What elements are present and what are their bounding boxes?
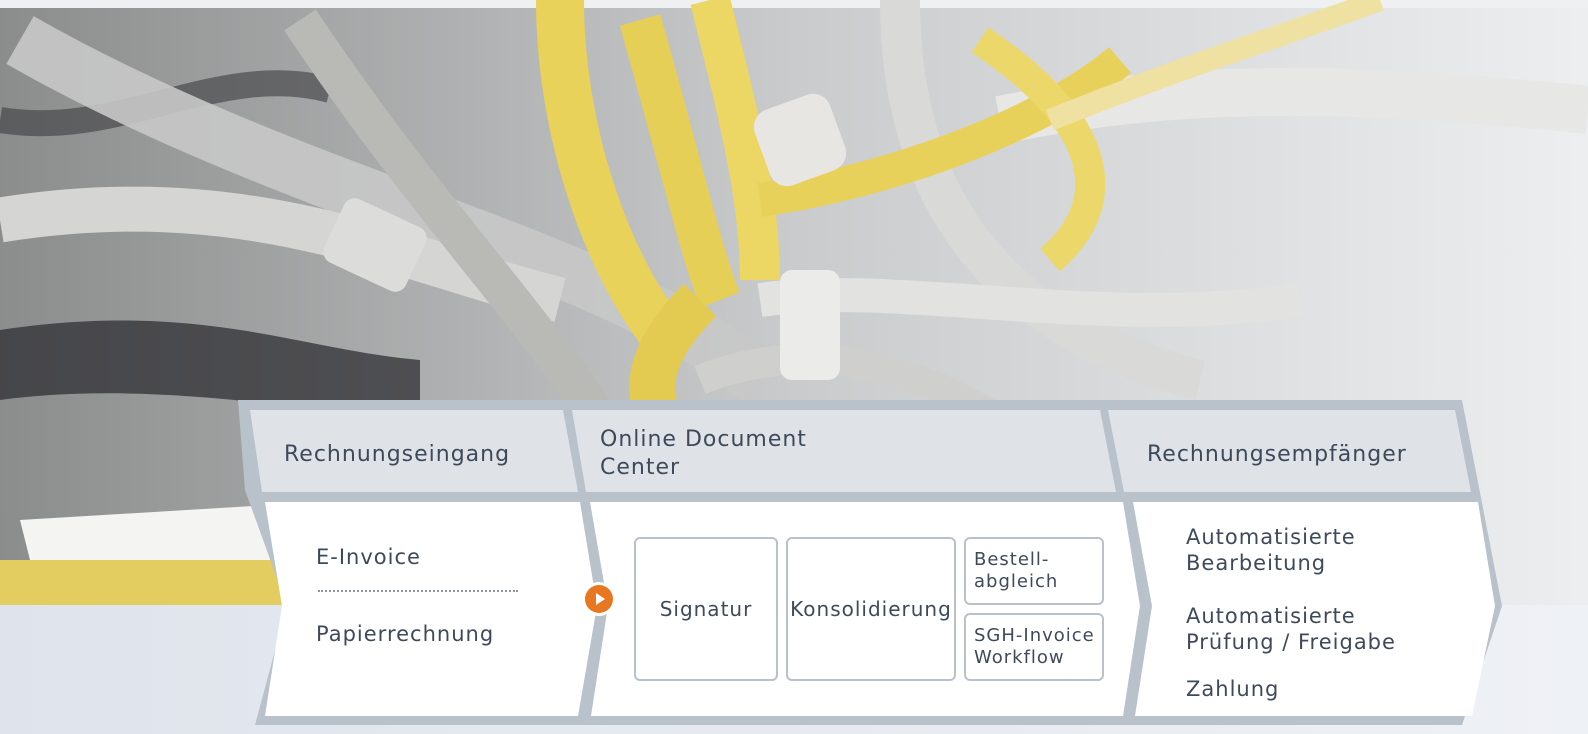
box-konsolidierung-label: Konsolidierung bbox=[790, 597, 952, 621]
output2-line2: Prüfung / Freigabe bbox=[1186, 630, 1396, 655]
box-signatur-label: Signatur bbox=[659, 597, 753, 621]
box-sgh-line2: Workflow bbox=[974, 647, 1065, 668]
box-bestellabgleich: Bestell- abgleich bbox=[964, 537, 1104, 605]
divider-dotted bbox=[318, 590, 518, 592]
output1-line1: Automatisierte bbox=[1186, 525, 1356, 549]
box-signatur: Signatur bbox=[634, 537, 778, 681]
box-konsolidierung: Konsolidierung bbox=[786, 537, 956, 681]
output-automatisierte-pruefung: Automatisierte Prüfung / Freigabe bbox=[1186, 603, 1396, 656]
box-sgh-line1: SGH-Invoice bbox=[974, 625, 1095, 647]
output-zahlung: Zahlung bbox=[1186, 677, 1280, 701]
output-automatisierte-bearbeitung: Automatisierte Bearbeitung bbox=[1186, 524, 1356, 577]
header-online-document-center: Online Document Center bbox=[600, 426, 807, 481]
header-odc-line1: Online Document bbox=[600, 427, 807, 452]
output2-line1: Automatisierte bbox=[1186, 604, 1356, 628]
box-sgh-invoice-workflow: SGH-Invoice Workflow bbox=[964, 613, 1104, 681]
header-rechnungsempfaenger: Rechnungsempfänger bbox=[1147, 442, 1407, 467]
box-bestell-line1: Bestell- bbox=[974, 549, 1050, 571]
header-rechnungseingang: Rechnungseingang bbox=[284, 442, 511, 467]
input-e-invoice: E-Invoice bbox=[316, 545, 421, 569]
play-arrow-icon bbox=[585, 585, 613, 613]
output1-line2: Bearbeitung bbox=[1186, 551, 1327, 576]
input-papierrechnung: Papierrechnung bbox=[316, 622, 495, 646]
header-odc-line2: Center bbox=[600, 454, 681, 480]
box-bestell-line2: abgleich bbox=[974, 571, 1059, 592]
